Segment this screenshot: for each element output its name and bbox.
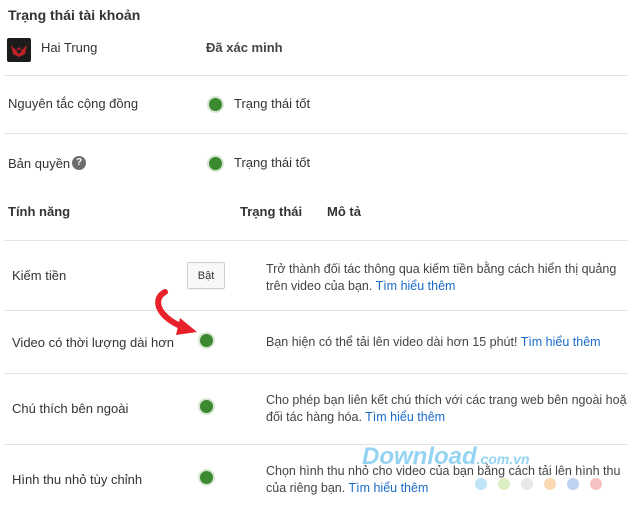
description-line: trên video của bạn. Tìm hiểu thêm [266, 278, 616, 295]
community-guidelines-status: Trạng thái tốt [234, 96, 311, 111]
learn-more-link[interactable]: Tìm hiểu thêm [521, 335, 601, 349]
description-text: Bạn hiện có thể tải lên video dài hơn 15… [266, 335, 518, 349]
divider [4, 133, 628, 134]
watermark-dot [544, 478, 556, 490]
watermark-dot [475, 478, 487, 490]
description-text: đối tác hàng hóa. [266, 410, 362, 424]
green-dot-icon [200, 471, 213, 484]
feature-external-annotations-description: Cho phép bạn liên kết chú thích với các … [266, 392, 627, 426]
watermark-brand: Download [362, 443, 477, 470]
watermark-dot [498, 478, 510, 490]
green-dot-icon [200, 400, 213, 413]
features-header: Tính năng [8, 204, 71, 219]
learn-more-link[interactable]: Tìm hiểu thêm [376, 279, 456, 293]
curved-arrow-icon [155, 289, 197, 335]
divider [4, 373, 628, 374]
divider [4, 75, 628, 76]
divider [4, 240, 628, 241]
avatar[interactable] [7, 38, 31, 62]
learn-more-link[interactable]: Tìm hiểu thêm [348, 481, 428, 495]
watermark-dot [567, 478, 579, 490]
description-line: Cho phép bạn liên kết chú thích với các … [266, 393, 627, 407]
divider [4, 310, 628, 311]
watermark-dot [590, 478, 602, 490]
community-guidelines-label: Nguyên tắc cộng đồng [8, 96, 139, 111]
description-text: của riêng bạn. [266, 481, 346, 495]
watermark-dots [475, 478, 602, 490]
account-status-title: Trạng thái tài khoản [8, 7, 141, 23]
green-dot-icon [209, 98, 222, 111]
channel-logo-icon [11, 45, 27, 57]
channel-name: Hai Trung [41, 40, 98, 55]
watermark-suffix: .com.vn [476, 451, 530, 467]
feature-custom-thumbnails-label: Hình thu nhỏ tùy chỉnh [12, 472, 143, 487]
feature-external-annotations-label: Chú thích bên ngoài [12, 401, 129, 416]
copyright-status: Trạng thái tốt [234, 155, 311, 170]
question-circle-icon[interactable]: ? [72, 156, 86, 170]
verification-status: Đã xác minh [206, 40, 283, 55]
feature-longer-videos-description: Bạn hiện có thể tải lên video dài hơn 15… [266, 334, 601, 351]
status-header: Trạng thái [240, 204, 303, 219]
feature-monetization-label: Kiếm tiền [12, 268, 67, 283]
divider [4, 444, 628, 445]
watermark: Download.com.vn [362, 443, 530, 471]
description-line: đối tác hàng hóa. Tìm hiểu thêm [266, 409, 627, 426]
description-line: Trở thành đối tác thông qua kiếm tiền bằ… [266, 262, 617, 276]
feature-monetization-description: Trở thành đối tác thông qua kiếm tiền bằ… [266, 261, 616, 295]
description-header: Mô tả [327, 204, 361, 219]
green-dot-icon [209, 157, 222, 170]
watermark-dot [521, 478, 533, 490]
description-text: trên video của bạn. [266, 279, 373, 293]
learn-more-link[interactable]: Tìm hiểu thêm [365, 410, 445, 424]
copyright-label: Bản quyền [8, 156, 71, 171]
